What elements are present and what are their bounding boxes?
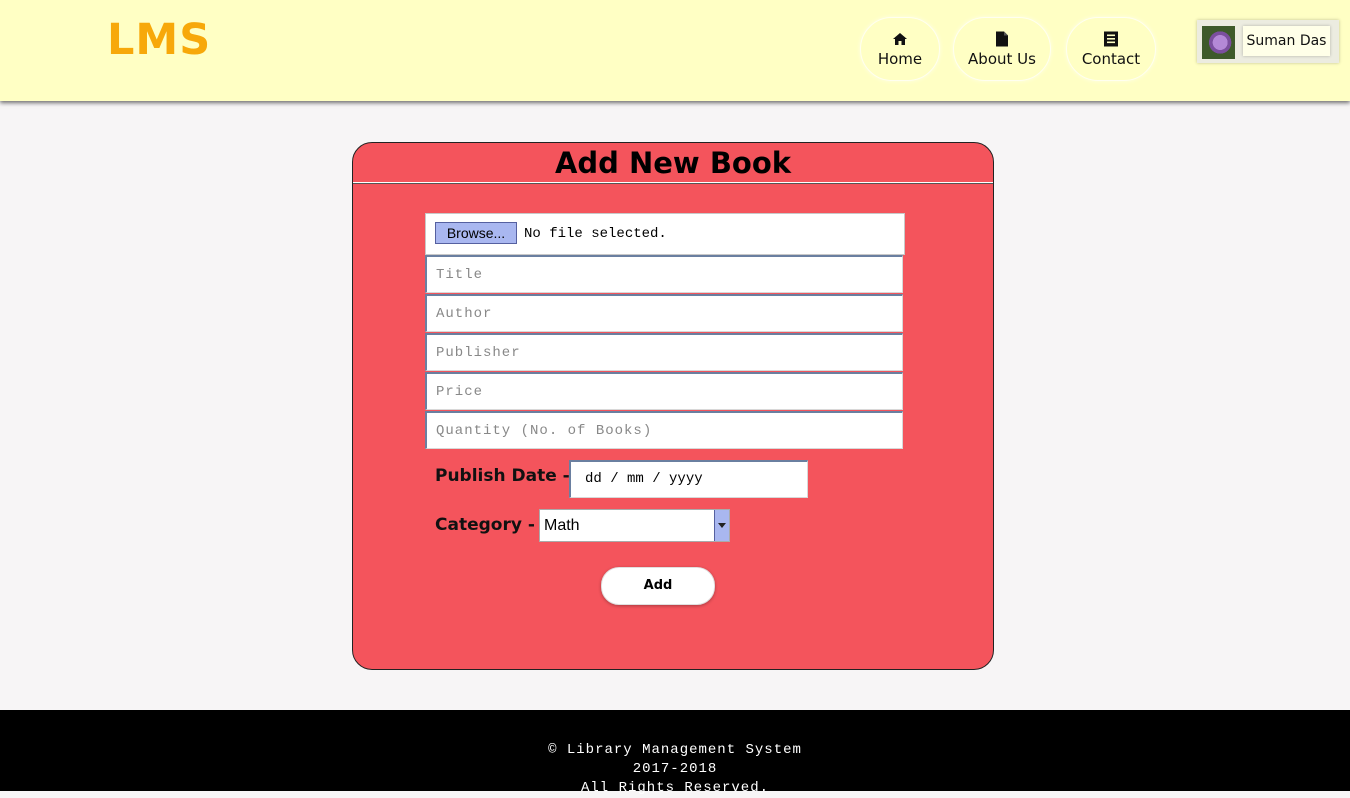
nav-contact[interactable]: Contact bbox=[1066, 17, 1156, 81]
add-button[interactable]: Add bbox=[601, 567, 715, 605]
category-label: Category - bbox=[435, 515, 535, 535]
file-icon bbox=[996, 31, 1008, 46]
footer-copyright: © Library Management System bbox=[548, 742, 802, 758]
category-selected-value: Math bbox=[544, 517, 580, 534]
file-upload[interactable]: Browse... No file selected. bbox=[425, 213, 905, 255]
user-menu[interactable]: Suman Das bbox=[1197, 20, 1339, 63]
nav-contact-label: Contact bbox=[1081, 49, 1141, 68]
author-input[interactable] bbox=[425, 294, 903, 332]
publish-date-input[interactable]: dd / mm / yyyy bbox=[569, 460, 808, 498]
site-footer: © Library Management System 2017-2018 Al… bbox=[0, 710, 1350, 796]
home-icon bbox=[893, 32, 907, 45]
publish-date-label: Publish Date - bbox=[435, 466, 570, 486]
file-status: No file selected. bbox=[524, 226, 667, 242]
user-avatar[interactable] bbox=[1202, 26, 1235, 59]
footer-rights: All Rights Reserved. bbox=[580, 780, 770, 796]
publisher-input[interactable] bbox=[425, 333, 903, 371]
title-input[interactable] bbox=[425, 255, 903, 293]
price-input[interactable] bbox=[425, 372, 903, 410]
add-book-card: Add New Book Browse... No file selected.… bbox=[352, 142, 994, 670]
site-header: LMS Home About Us Contact Suman Das bbox=[0, 0, 1350, 101]
nav-home-label: Home bbox=[877, 49, 923, 68]
site-logo[interactable]: LMS bbox=[107, 14, 211, 66]
footer-years: 2017-2018 bbox=[632, 761, 718, 777]
page-title: Add New Book bbox=[554, 146, 792, 180]
nav-about-label: About Us bbox=[968, 49, 1036, 68]
nav-home[interactable]: Home bbox=[860, 17, 940, 81]
title-divider bbox=[353, 182, 993, 184]
contact-list-icon bbox=[1104, 31, 1118, 46]
chevron-down-icon[interactable] bbox=[714, 510, 729, 541]
quantity-input[interactable] bbox=[425, 411, 903, 449]
category-select[interactable]: Math bbox=[539, 509, 730, 542]
nav-about-us[interactable]: About Us bbox=[953, 17, 1051, 81]
browse-button[interactable]: Browse... bbox=[435, 222, 517, 244]
user-name[interactable]: Suman Das bbox=[1243, 26, 1330, 56]
